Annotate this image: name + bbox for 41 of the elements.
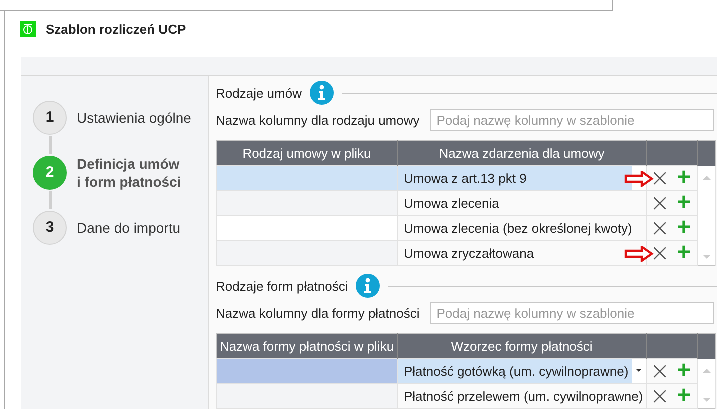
app-icon	[20, 21, 36, 37]
dropdown-caret-icon[interactable]	[632, 359, 646, 383]
scroll-down-icon[interactable]	[702, 252, 712, 261]
table-cell[interactable]	[216, 240, 398, 266]
input-field[interactable]: Podaj nazwę kolumny w szablonie	[430, 109, 714, 131]
field-label: Nazwa kolumny dla rodzaju umowy	[216, 112, 420, 128]
table-cell[interactable]: Umowa zlecenia (bez określonej kwoty)	[398, 216, 646, 240]
delete-button[interactable]: ×	[650, 386, 670, 406]
scroll-up-icon[interactable]	[702, 174, 712, 182]
delete-button[interactable]: ×	[650, 193, 670, 213]
delete-button[interactable]: ×	[650, 361, 670, 381]
section-title: Rodzaje form płatności	[216, 278, 348, 294]
info-icon[interactable]	[356, 274, 380, 298]
delete-button[interactable]: ×	[650, 218, 670, 238]
column-header[interactable]: Rodzaj umowy w pliku	[216, 140, 398, 166]
table-cell[interactable]: Płatność przelewem (um. cywilnoprawne)	[398, 384, 646, 408]
delete-button[interactable]: ×	[650, 243, 670, 263]
table-cell[interactable]	[216, 216, 398, 240]
table-cell[interactable]	[216, 166, 398, 190]
step-number[interactable]: 1	[33, 100, 67, 134]
table-cell[interactable]	[216, 358, 398, 384]
step-label[interactable]: Dane do importu	[77, 218, 181, 236]
table-cell[interactable]	[216, 384, 398, 408]
window-title: Szablon rozliczeń UCP	[46, 22, 186, 36]
column-header[interactable]: Wzorzec formy płatności	[398, 334, 646, 358]
table-cell[interactable]: Umowa zlecenia	[398, 190, 646, 216]
input-field[interactable]: Podaj nazwę kolumny w szablonie	[430, 302, 714, 324]
field-label: Nazwa kolumny dla formy płatności	[216, 306, 420, 320]
scroll-down-icon[interactable]	[702, 396, 712, 404]
section-title: Rodzaje umów	[216, 86, 302, 100]
info-icon[interactable]	[310, 81, 334, 105]
table-cell[interactable]: Umowa z art.13 pkt 9	[398, 166, 646, 190]
delete-button[interactable]: ×	[650, 168, 670, 188]
step-number[interactable]: 3	[33, 210, 67, 244]
column-header[interactable]: Nazwa formy płatności w pliku	[216, 334, 398, 358]
step-label[interactable]: Ustawienia ogólne	[77, 108, 192, 126]
table-cell[interactable]: Płatność gotówką (um. cywilnoprawne)	[398, 358, 646, 384]
step-label[interactable]: Definicja umów i form płatności	[77, 154, 182, 190]
column-header[interactable]: Nazwa zdarzenia dla umowy	[398, 140, 646, 166]
table-cell[interactable]	[216, 190, 398, 216]
scroll-up-icon[interactable]	[702, 367, 712, 375]
